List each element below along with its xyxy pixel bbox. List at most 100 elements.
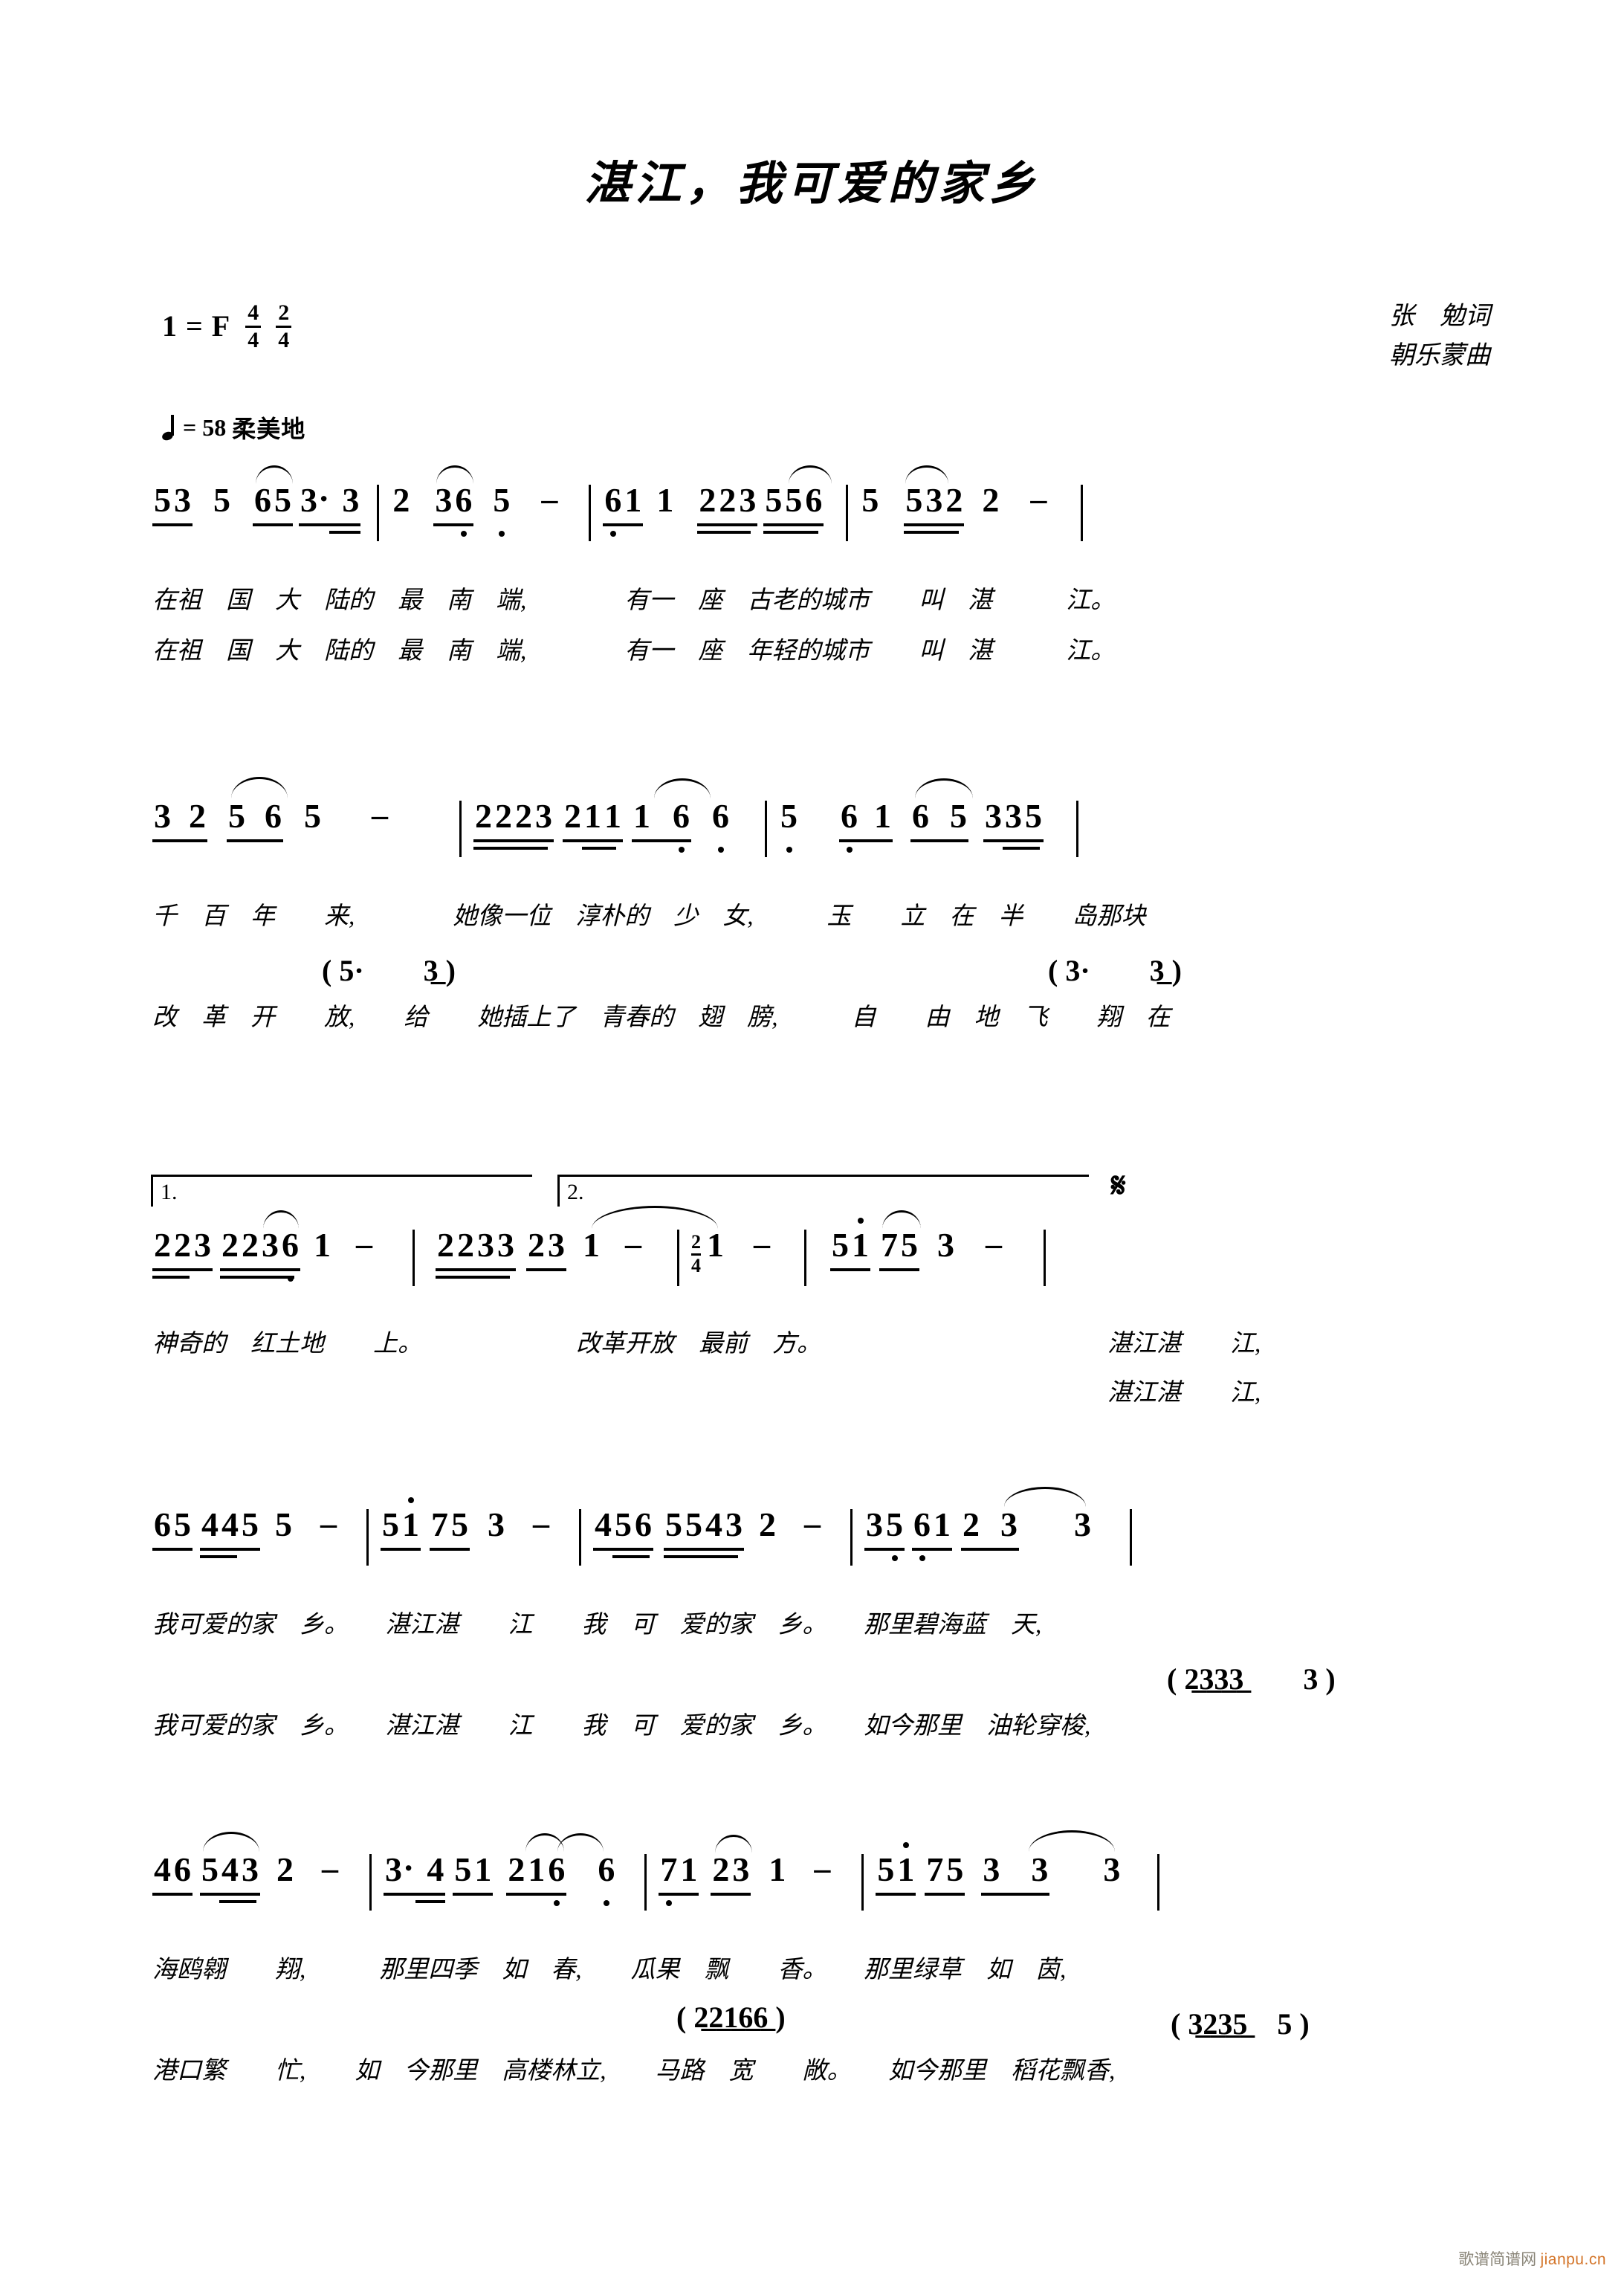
note: 4 (427, 1850, 444, 1888)
measure: 2 3 6 5 – (391, 465, 562, 526)
sustain-dash: – (356, 1226, 372, 1262)
note: 5 (493, 481, 511, 519)
note-group: 5 6 (227, 777, 288, 842)
note: 5 (154, 481, 171, 519)
note: 3 (732, 1850, 750, 1888)
note: 1 (624, 481, 642, 519)
note: 2 (174, 1226, 191, 1264)
note: 7 (660, 1850, 678, 1888)
note-group: 2 2 3 (697, 483, 758, 534)
lyric-line-refrain2: 湛江湛 江, (1107, 1380, 1261, 1407)
barline (1081, 485, 1084, 541)
note-group: 3 3 5 (983, 799, 1044, 850)
measure: 5 1 7 5 3 – (830, 1210, 1006, 1271)
note: 6 (174, 1850, 191, 1888)
note: 1 (934, 1505, 951, 1543)
barline (1157, 1854, 1160, 1911)
credits-block: 张 勉词 朝乐蒙曲 (1389, 297, 1490, 375)
note: 5 (765, 481, 783, 519)
note: 6 (635, 1505, 652, 1543)
slur (915, 778, 973, 798)
volta-bracket-2: 2. (557, 1175, 1089, 1207)
barline (677, 1230, 679, 1286)
note: 2 (189, 797, 206, 835)
note-group: 2 3 (711, 1835, 753, 1896)
alternate-notes-row: ( 2̲3̲3̲3̲ 3 ) (152, 1655, 1483, 1698)
note: 3 (925, 481, 943, 519)
note: 4 (154, 1850, 171, 1888)
note: 3 (154, 797, 171, 835)
measure: 6 1 1 2 2 3 5 5 6 (603, 465, 832, 534)
sustain-dash: – (625, 1226, 641, 1262)
note: 6 (913, 1505, 931, 1543)
note: 3 (497, 1226, 514, 1264)
note-group: 2 3 (526, 1226, 566, 1271)
note: 5 (274, 481, 291, 519)
note: 2 (457, 1226, 474, 1264)
note: 2 (515, 797, 532, 835)
note-group: 2 1 6 (506, 1833, 567, 1896)
note-group: 1 6 (632, 778, 711, 842)
note: 3 (1103, 1850, 1121, 1888)
note: 3 (1031, 1850, 1049, 1888)
barline (1044, 1230, 1046, 1286)
note: 4 (595, 1505, 612, 1543)
slur (557, 1833, 604, 1852)
note-group: 2 2 3 3 (436, 1226, 516, 1279)
alternate-notes-left: ( 5· 3̲ ) (322, 954, 456, 987)
alternate-notes-row: ( 2̲2̲1̲6̲6̲ ) ( 3̲2̲3̲5̲ 5 ) (152, 2000, 1483, 2043)
time-signature-inline-2-4: 24 (691, 1231, 701, 1276)
tempo-block: = 58 柔美地 (162, 410, 305, 445)
note: 3 (548, 1226, 565, 1264)
note-group: 6 1 (839, 799, 893, 842)
note: 2 (495, 797, 512, 835)
lyric-line-verse2: 改 革 开 放, 给 她插上了 青春的 翅 膀, 自 由 地 飞 翔 在 (152, 1004, 1171, 1031)
sustain-dash: – (320, 1505, 337, 1542)
time-signature-4-4: 4 4 (245, 302, 262, 352)
measure: 5 5 3 2 2 – (860, 465, 1051, 534)
note: 1 (852, 1226, 869, 1264)
note: 3 (1074, 1505, 1091, 1543)
slur (654, 778, 711, 798)
note: 1 (707, 1226, 724, 1264)
barline (377, 485, 380, 541)
note: 2 (475, 797, 492, 835)
note-group: 5 3 (152, 481, 193, 526)
notes-row-2: 3 2 5 6 5 – 2 2 2 3 2 1 1 1 6 6 5 6 1 6 … (152, 777, 1483, 879)
note: 5 (685, 1505, 702, 1543)
note: 5 (275, 1505, 292, 1543)
lyric-line-verse1: 海鸥翱 翔, 那里四季 如 春, 瓜果 飘 香。 那里绿草 如 茵, (152, 1957, 1067, 1983)
alternate-notes-row: ( 5· 3̲ ) ( 3· 3̲ ) (152, 946, 1483, 989)
note: 3 (435, 481, 453, 519)
barline (804, 1230, 806, 1286)
note-group: 7 5 (430, 1508, 470, 1551)
slur (1029, 1830, 1116, 1852)
note-group: 7 1 (659, 1850, 699, 1896)
note: 6 (548, 1850, 566, 1888)
note: 3 (342, 481, 360, 519)
barline (850, 1509, 853, 1566)
note: 2 (221, 1226, 239, 1264)
note: 1 (604, 797, 621, 835)
note-group: 4 4 5 (200, 1508, 260, 1558)
composer-credit: 朝乐蒙曲 (1389, 341, 1490, 369)
note-group: 6 5 (152, 1505, 193, 1551)
note: 6 (154, 1505, 171, 1543)
sustain-dash: – (804, 1505, 821, 1542)
note: 1 (528, 1850, 546, 1888)
sustain-dash: – (541, 481, 558, 517)
barline (1076, 801, 1078, 857)
measure: 5 1 7 5 3 3 3 (876, 1830, 1122, 1896)
measure: 3 5 6 1 2 3 3 (864, 1487, 1093, 1551)
note: 3 (384, 1853, 415, 1887)
note: 3 (866, 1505, 883, 1543)
barline (369, 1854, 372, 1911)
note: 2 (508, 1850, 525, 1888)
note-group: 4 5 6 (593, 1505, 653, 1558)
note-group: 2 2 3 6 (220, 1210, 300, 1279)
site-watermark: 歌谱简谱网 jianpu.cn (1458, 2247, 1606, 2270)
measure: 3 4 5 1 2 1 6 6 (384, 1833, 616, 1903)
barline (846, 485, 849, 541)
segno-icon: 𝄋 (1111, 1166, 1126, 1204)
time-signature-2-4: 2 4 (276, 302, 292, 352)
